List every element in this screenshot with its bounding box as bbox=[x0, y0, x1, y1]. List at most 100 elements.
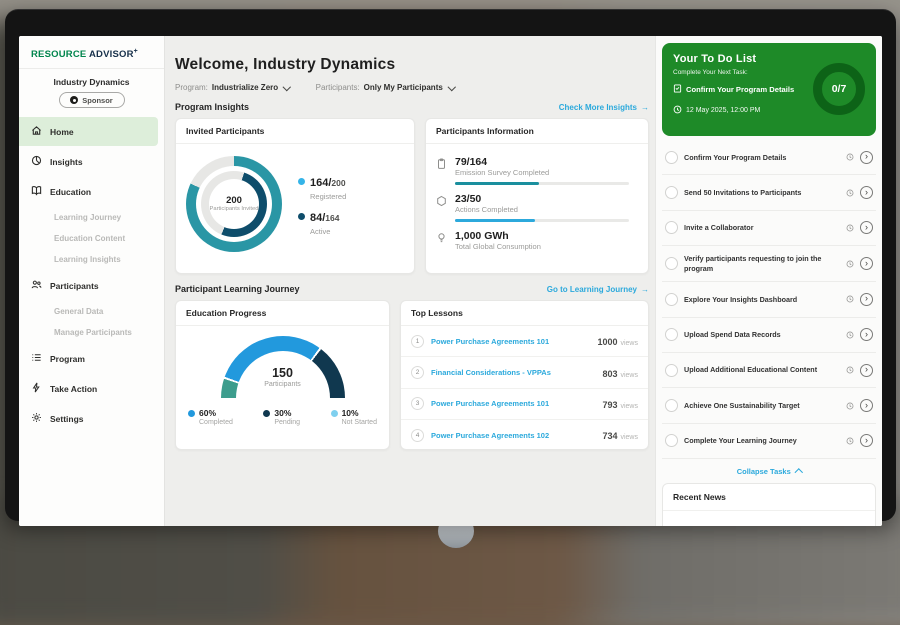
clock-icon bbox=[846, 432, 854, 450]
progress-track bbox=[455, 182, 629, 185]
task-row[interactable]: Verify participants requesting to join t… bbox=[662, 246, 876, 282]
checkbox-circle[interactable] bbox=[665, 221, 678, 234]
lesson-link[interactable]: Power Purchase Agreements 102 bbox=[431, 431, 595, 440]
sidebar-item-learning-insights[interactable]: Learning Insights bbox=[19, 249, 164, 270]
task-row[interactable]: Achieve One Sustainability Target › bbox=[662, 388, 876, 423]
arrow-right-icon: → bbox=[641, 103, 649, 112]
chevron-right-icon[interactable]: › bbox=[860, 328, 873, 341]
task-row[interactable]: Upload Spend Data Records › bbox=[662, 318, 876, 353]
views-count: 1000 bbox=[597, 337, 617, 347]
go-to-learning-journey-link[interactable]: Go to Learning Journey → bbox=[547, 285, 649, 294]
rank-badge: 2 bbox=[411, 366, 424, 379]
donut-legend: 164/200 Registered 84/164 Active bbox=[298, 166, 346, 243]
task-label: Complete Your Learning Journey bbox=[684, 436, 840, 445]
checkbox-circle[interactable] bbox=[665, 151, 678, 164]
check-more-insights-link[interactable]: Check More Insights → bbox=[559, 103, 649, 112]
clock-icon bbox=[846, 184, 854, 202]
chevron-down-icon bbox=[283, 83, 291, 91]
legend-dot bbox=[331, 410, 338, 417]
todo-header-card: Your To Do List Complete Your Next Task:… bbox=[662, 43, 876, 136]
task-doc-icon bbox=[673, 80, 682, 98]
sidebar-item-education-content[interactable]: Education Content bbox=[19, 228, 164, 249]
checkbox-circle[interactable] bbox=[665, 364, 678, 377]
donut-outer-ring: 200 Participants Invited bbox=[186, 156, 282, 252]
donut-center-label: Participants Invited bbox=[210, 206, 259, 213]
recent-news-card: Recent News bbox=[662, 483, 876, 526]
page-title: Welcome, Industry Dynamics bbox=[175, 56, 651, 74]
chevron-right-icon[interactable]: › bbox=[860, 293, 873, 306]
lesson-link[interactable]: Power Purchase Agreements 101 bbox=[431, 337, 590, 346]
org-name: Industry Dynamics bbox=[19, 77, 164, 87]
list-icon bbox=[31, 350, 42, 368]
legend-pct: 10% bbox=[342, 408, 359, 418]
legend-label: Completed bbox=[199, 419, 233, 426]
chevron-right-icon[interactable]: › bbox=[860, 434, 873, 447]
clock-icon bbox=[846, 326, 854, 344]
chevron-right-icon[interactable]: › bbox=[860, 257, 873, 270]
task-list: Confirm Your Program Details › Send 50 I… bbox=[662, 140, 876, 459]
checkbox-circle[interactable] bbox=[665, 186, 678, 199]
sidebar-item-take-action[interactable]: Take Action bbox=[19, 374, 158, 403]
sidebar-item-label: Take Action bbox=[50, 384, 97, 394]
legend-pct: 60% bbox=[199, 408, 216, 418]
sidebar-item-program[interactable]: Program bbox=[19, 344, 158, 373]
sidebar-item-learning-journey[interactable]: Learning Journey bbox=[19, 207, 164, 228]
home-icon bbox=[31, 123, 42, 141]
stat-label: Emission Survey Completed bbox=[455, 168, 636, 177]
checkbox-circle[interactable] bbox=[665, 399, 678, 412]
sponsor-label: Sponsor bbox=[82, 96, 112, 105]
lesson-link[interactable]: Power Purchase Agreements 101 bbox=[431, 399, 595, 408]
bolt-icon bbox=[31, 380, 42, 398]
task-row[interactable]: Complete Your Learning Journey › bbox=[662, 424, 876, 459]
task-row[interactable]: Invite a Collaborator › bbox=[662, 211, 876, 246]
chevron-right-icon[interactable]: › bbox=[860, 151, 873, 164]
chevron-right-icon[interactable]: › bbox=[860, 186, 873, 199]
sidebar-item-insights[interactable]: Insights bbox=[19, 147, 158, 176]
legend-item-active: 84/164 Active bbox=[298, 208, 346, 236]
sidebar-item-participants[interactable]: Participants bbox=[19, 271, 158, 300]
checkbox-circle[interactable] bbox=[665, 293, 678, 306]
checkbox-circle[interactable] bbox=[665, 328, 678, 341]
task-label: Invite a Collaborator bbox=[684, 223, 840, 232]
stat-emission-survey: 79/164 Emission Survey Completed bbox=[436, 156, 636, 187]
checkbox-circle[interactable] bbox=[665, 257, 678, 270]
sponsor-icon bbox=[70, 96, 78, 104]
monitor-bezel: RESOURCE ADVISOR+ Industry Dynamics Spon… bbox=[5, 9, 896, 521]
sidebar-item-education[interactable]: Education bbox=[19, 177, 158, 206]
task-row[interactable]: Upload Additional Educational Content › bbox=[662, 353, 876, 388]
task-row[interactable]: Confirm Your Program Details › bbox=[662, 140, 876, 175]
stat-actions-completed: 23/50 Actions Completed bbox=[436, 193, 636, 224]
program-dropdown[interactable]: Program: Industrialize Zero bbox=[175, 83, 290, 92]
task-row[interactable]: Send 50 Invitations to Participants › bbox=[662, 175, 876, 210]
sidebar-item-manage-participants[interactable]: Manage Participants bbox=[19, 322, 164, 343]
app-logo: RESOURCE ADVISOR+ bbox=[19, 45, 164, 69]
legend-dot bbox=[188, 410, 195, 417]
sponsor-badge[interactable]: Sponsor bbox=[59, 92, 125, 108]
chevron-up-icon bbox=[795, 469, 803, 477]
chevron-right-icon[interactable]: › bbox=[860, 399, 873, 412]
stat-value: 23/50 bbox=[455, 193, 636, 205]
chevron-right-icon[interactable]: › bbox=[860, 221, 873, 234]
card-title: Invited Participants bbox=[176, 119, 414, 144]
participants-dropdown[interactable]: Participants: Only My Participants bbox=[316, 83, 455, 92]
rank-badge: 1 bbox=[411, 335, 424, 348]
task-row[interactable]: Explore Your Insights Dashboard › bbox=[662, 282, 876, 317]
participants-information-card: Participants Information 79/164 Emission… bbox=[425, 118, 649, 274]
sidebar-item-home[interactable]: Home bbox=[19, 117, 158, 146]
donut-inner-ring: 200 Participants Invited bbox=[201, 171, 267, 237]
collapse-tasks-link[interactable]: Collapse Tasks bbox=[662, 459, 876, 483]
sidebar-item-settings[interactable]: Settings bbox=[19, 404, 158, 433]
todo-next-task: Confirm Your Program Details bbox=[686, 85, 794, 94]
sidebar-item-general-data[interactable]: General Data bbox=[19, 301, 164, 322]
task-label: Confirm Your Program Details bbox=[684, 153, 840, 162]
recent-news-title: Recent News bbox=[663, 484, 875, 511]
rank-badge: 3 bbox=[411, 397, 424, 410]
legend-label: Active bbox=[310, 227, 346, 236]
views-label: views bbox=[620, 434, 638, 441]
chevron-right-icon[interactable]: › bbox=[860, 364, 873, 377]
book-icon bbox=[31, 183, 42, 201]
lesson-link[interactable]: Financial Considerations - VPPAs bbox=[431, 368, 595, 377]
sidebar-item-label: Program bbox=[50, 354, 85, 364]
checkbox-circle[interactable] bbox=[665, 434, 678, 447]
filter-bar: Program: Industrialize Zero Participants… bbox=[175, 83, 651, 92]
